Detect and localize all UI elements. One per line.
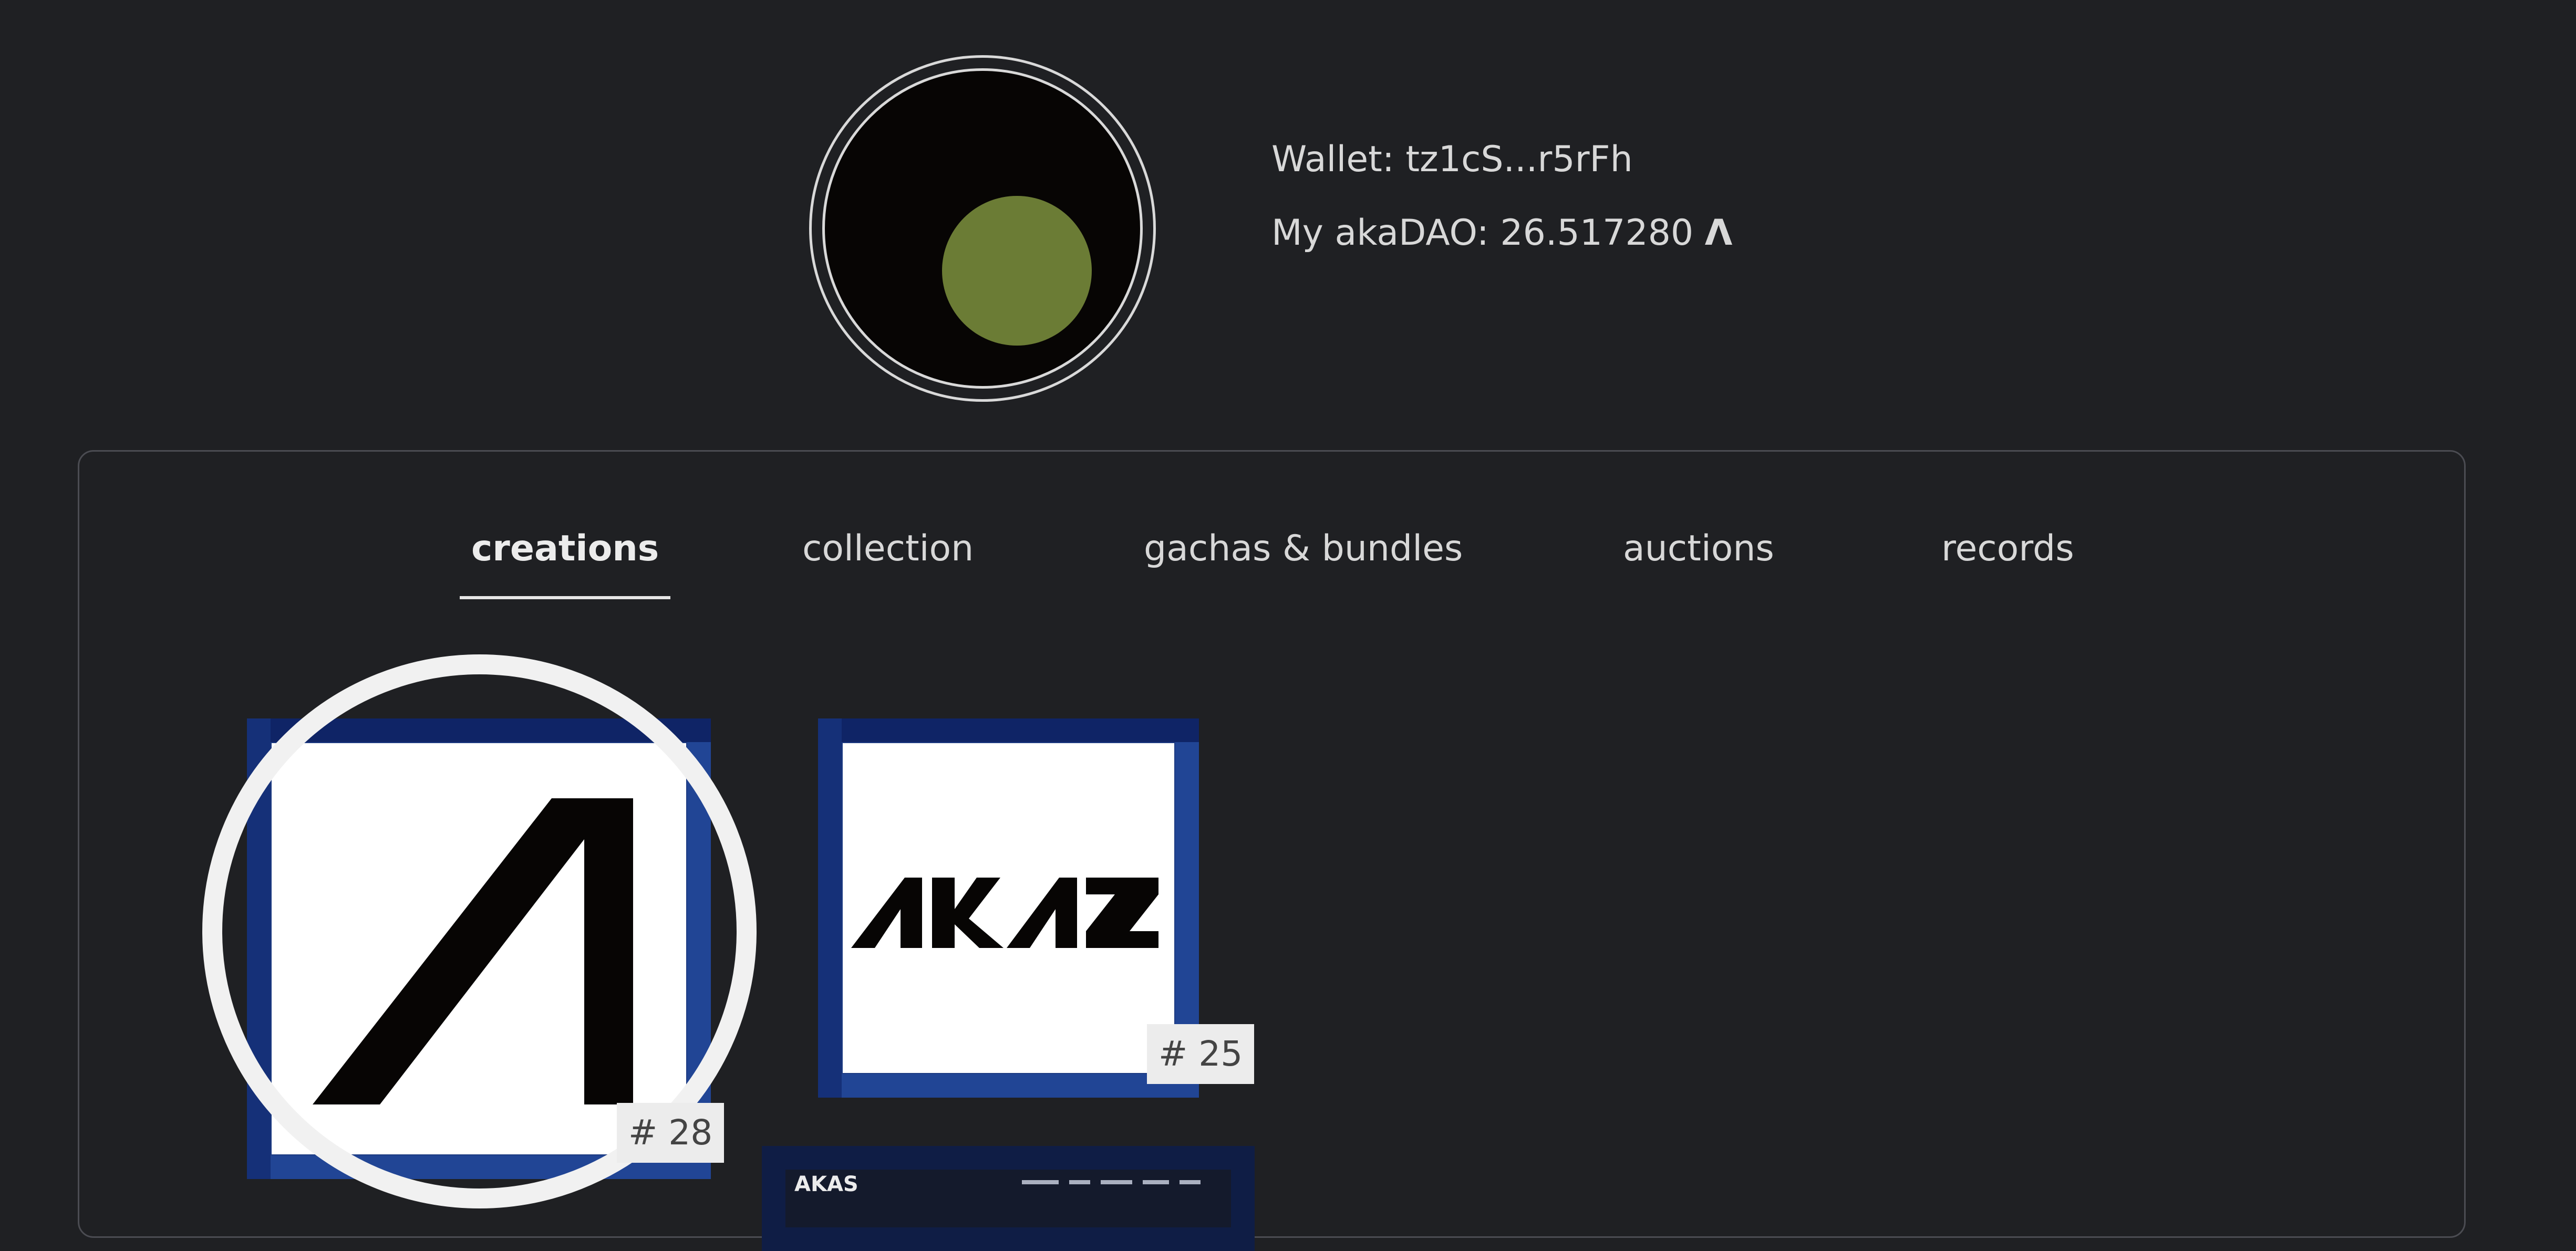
creation-card-preview[interactable] <box>762 1146 1255 1251</box>
tab-creations[interactable]: creations <box>460 523 671 599</box>
profile-avatar <box>809 55 1156 402</box>
tab-collection[interactable]: collection <box>802 523 974 596</box>
item-number-badge: # 28 <box>617 1103 725 1163</box>
dao-balance: My akaDAO: 26.517280 Λ <box>1271 215 1732 252</box>
item-number-badge: # 25 <box>1147 1024 1255 1084</box>
akas-wordmark-icon <box>851 878 1158 948</box>
aka-lambda-logo-icon <box>313 798 633 1104</box>
wallet-info: Wallet: tz1cS...r5rFh My akaDAO: 26.5172… <box>1271 142 1732 252</box>
tab-gachas-bundles[interactable]: gachas & bundles <box>1144 523 1463 596</box>
tab-records[interactable]: records <box>1941 523 2074 596</box>
dao-symbol-icon: Λ <box>1704 212 1733 254</box>
preview-logo: AKAS <box>794 1172 858 1196</box>
dao-balance-text: My akaDAO: 26.517280 <box>1271 212 1694 254</box>
wallet-address: Wallet: tz1cS...r5rFh <box>1271 139 1633 180</box>
avatar-green-dot <box>942 196 1092 346</box>
profile-tabs: creations collection gachas & bundles au… <box>0 523 2576 612</box>
avatar-inner-circle <box>822 68 1143 389</box>
tab-auctions[interactable]: auctions <box>1623 523 1774 596</box>
creation-card-25[interactable] <box>818 718 1199 1098</box>
